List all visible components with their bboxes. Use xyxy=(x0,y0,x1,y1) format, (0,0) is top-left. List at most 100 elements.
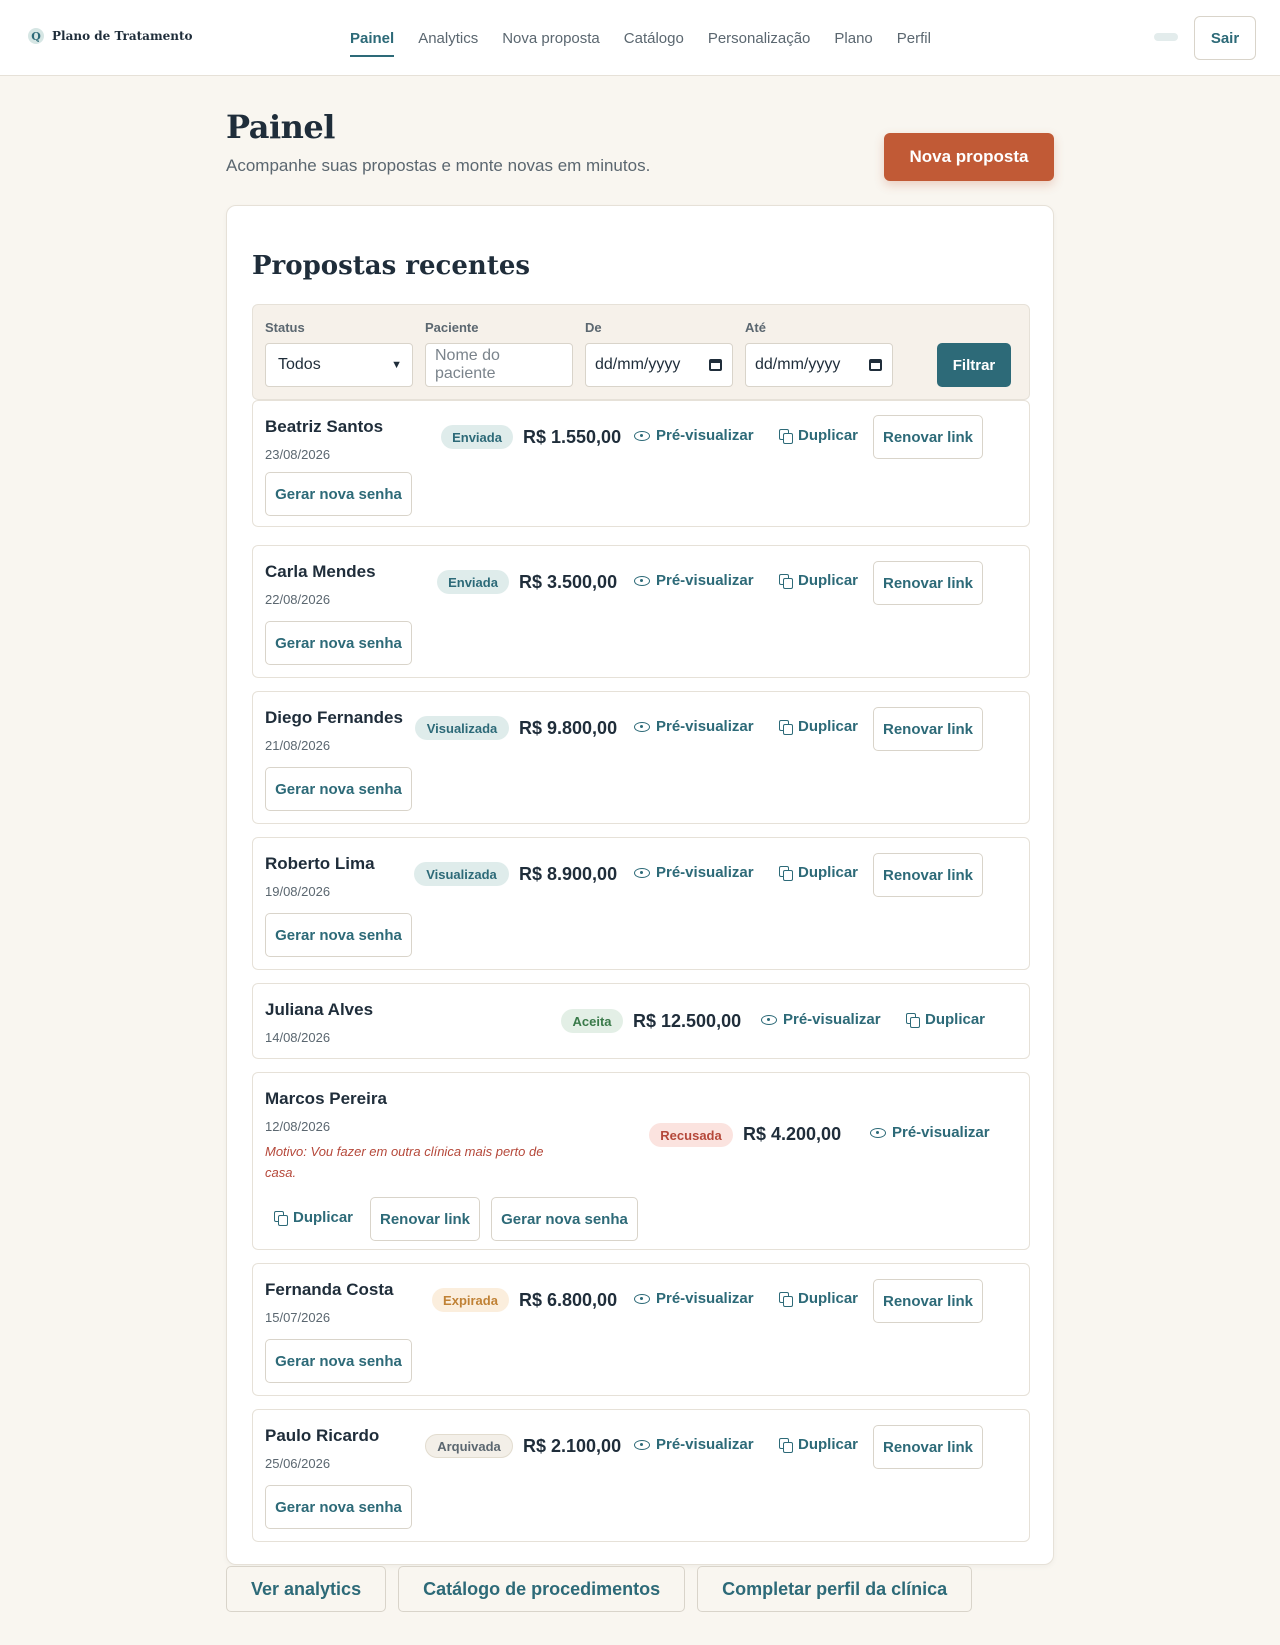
card-title: Propostas recentes xyxy=(252,251,531,281)
procedures-catalog-button[interactable]: Catálogo de procedimentos xyxy=(398,1566,686,1612)
preview-label: Pré-visualizar xyxy=(656,718,754,735)
eye-icon xyxy=(634,1439,650,1450)
duplicate-link[interactable]: Duplicar xyxy=(779,864,858,881)
proposal-value: R$ 4.200,00 xyxy=(743,1124,842,1144)
new-password-button[interactable]: Gerar nova senha xyxy=(265,1485,412,1529)
copy-icon xyxy=(779,865,793,881)
duplicate-link[interactable]: Duplicar xyxy=(779,1290,858,1307)
nav-item-plano[interactable]: Plano xyxy=(834,24,872,53)
proposal-date: 22/08/2026 xyxy=(265,592,331,607)
new-password-button[interactable]: Gerar nova senha xyxy=(265,767,412,811)
proposal-row: Paulo Ricardo 25/06/2026 Arquivada R$ 2.… xyxy=(252,1409,1030,1542)
nav-item-nova-proposta[interactable]: Nova proposta xyxy=(502,24,600,53)
preview-label: Pré-visualizar xyxy=(656,1436,754,1453)
nav-item-analytics[interactable]: Analytics xyxy=(418,24,478,53)
proposal-value: R$ 12.500,00 xyxy=(633,1011,742,1031)
from-date-input[interactable]: dd/mm/yyyy xyxy=(585,343,733,387)
duplicate-link[interactable]: Duplicar xyxy=(779,1436,858,1453)
new-password-button[interactable]: Gerar nova senha xyxy=(265,472,412,516)
recent-proposals-card: Propostas recentes Status Todos ▼ Pacien… xyxy=(226,205,1054,1565)
proposal-date: 15/07/2026 xyxy=(265,1310,331,1325)
eye-icon xyxy=(634,721,650,732)
duplicate-label: Duplicar xyxy=(798,572,859,589)
duplicate-link[interactable]: Duplicar xyxy=(779,572,858,589)
preview-link[interactable]: Pré-visualizar xyxy=(634,427,754,444)
renew-link-button[interactable]: Renovar link xyxy=(873,707,983,751)
status-select-value: Todos xyxy=(278,356,321,373)
eye-icon xyxy=(634,430,650,441)
brand[interactable]: Q Plano de Tratamento xyxy=(28,28,193,44)
proposal-row: Fernanda Costa 15/07/2026 Expirada R$ 6.… xyxy=(252,1263,1030,1396)
from-date-label: De xyxy=(585,320,602,335)
eye-icon xyxy=(634,1293,650,1304)
patient-name: Diego Fernandes xyxy=(265,708,403,727)
renew-link-button[interactable]: Renovar link xyxy=(873,561,983,605)
proposal-value: R$ 1.550,00 xyxy=(523,427,622,447)
to-date-input[interactable]: dd/mm/yyyy xyxy=(745,343,893,387)
renew-link-button[interactable]: Renovar link xyxy=(873,415,983,459)
duplicate-link[interactable]: Duplicar xyxy=(779,718,858,735)
preview-link[interactable]: Pré-visualizar xyxy=(634,1290,754,1307)
copy-icon xyxy=(906,1012,920,1028)
view-analytics-button[interactable]: Ver analytics xyxy=(226,1566,387,1612)
duplicate-link[interactable]: Duplicar xyxy=(274,1209,353,1226)
filter-button[interactable]: Filtrar xyxy=(937,343,1011,387)
preview-link[interactable]: Pré-visualizar xyxy=(634,572,754,589)
copy-icon xyxy=(779,719,793,735)
preview-link[interactable]: Pré-visualizar xyxy=(634,718,754,735)
nav-item-personalizacao[interactable]: Personalização xyxy=(708,24,811,53)
preview-link[interactable]: Pré-visualizar xyxy=(761,1011,881,1028)
duplicate-label: Duplicar xyxy=(925,1011,986,1028)
new-proposal-button[interactable]: Nova proposta xyxy=(884,133,1054,181)
proposal-value: R$ 8.900,00 xyxy=(519,864,618,884)
eye-icon xyxy=(634,575,650,586)
copy-icon xyxy=(779,1291,793,1307)
status-badge: Expirada xyxy=(432,1288,509,1312)
proposal-row: Carla Mendes 22/08/2026 Enviada R$ 3.500… xyxy=(252,545,1030,678)
refusal-reason: Motivo: Vou fazer em outra clínica mais … xyxy=(265,1144,544,1180)
copy-icon xyxy=(779,428,793,444)
from-date-placeholder: dd/mm/yyyy xyxy=(595,356,681,373)
proposal-row: Diego Fernandes 21/08/2026 Visualizada R… xyxy=(252,691,1030,824)
nav-item-catalogo[interactable]: Catálogo xyxy=(624,24,684,53)
renew-link-button[interactable]: Renovar link xyxy=(873,1425,983,1469)
patient-input[interactable]: Nome do paciente xyxy=(425,343,573,387)
copy-icon xyxy=(779,573,793,589)
nav-item-painel[interactable]: Painel xyxy=(350,24,395,57)
renew-link-button[interactable]: Renovar link xyxy=(873,853,983,897)
duplicate-link[interactable]: Duplicar xyxy=(779,427,858,444)
duplicate-link[interactable]: Duplicar xyxy=(906,1011,985,1028)
new-password-button[interactable]: Gerar nova senha xyxy=(265,1339,412,1383)
copy-icon xyxy=(779,1437,793,1453)
renew-link-button[interactable]: Renovar link xyxy=(370,1197,480,1241)
new-password-button[interactable]: Gerar nova senha xyxy=(265,913,412,957)
copy-icon xyxy=(274,1210,288,1226)
proposal-date: 14/08/2026 xyxy=(265,1030,331,1045)
calendar-icon[interactable] xyxy=(709,359,722,371)
chevron-down-icon: ▼ xyxy=(391,359,402,371)
eye-icon xyxy=(634,867,650,878)
proposal-date: 12/08/2026 xyxy=(265,1119,331,1134)
logout-button[interactable]: Sair xyxy=(1194,16,1256,60)
patient-name: Juliana Alves xyxy=(265,1000,374,1019)
status-label: Status xyxy=(265,320,305,335)
patient-label: Paciente xyxy=(425,320,479,335)
preview-link[interactable]: Pré-visualizar xyxy=(870,1124,990,1141)
preview-link[interactable]: Pré-visualizar xyxy=(634,1436,754,1453)
main-nav: Painel Analytics Nova proposta Catálogo … xyxy=(350,0,931,76)
new-password-button[interactable]: Gerar nova senha xyxy=(491,1197,638,1241)
duplicate-label: Duplicar xyxy=(798,718,859,735)
patient-name: Roberto Lima xyxy=(265,854,375,873)
preview-label: Pré-visualizar xyxy=(892,1124,990,1141)
preview-label: Pré-visualizar xyxy=(656,864,754,881)
nav-item-perfil[interactable]: Perfil xyxy=(897,24,931,53)
patient-name: Beatriz Santos xyxy=(265,417,384,436)
status-select[interactable]: Todos ▼ xyxy=(265,343,413,387)
footer-links: Ver analytics Catálogo de procedimentos … xyxy=(226,1566,973,1612)
calendar-icon[interactable] xyxy=(869,359,882,371)
preview-link[interactable]: Pré-visualizar xyxy=(634,864,754,881)
new-password-button[interactable]: Gerar nova senha xyxy=(265,621,412,665)
renew-link-button[interactable]: Renovar link xyxy=(873,1279,983,1323)
proposal-date: 21/08/2026 xyxy=(265,738,331,753)
complete-profile-button[interactable]: Completar perfil da clínica xyxy=(697,1566,973,1612)
